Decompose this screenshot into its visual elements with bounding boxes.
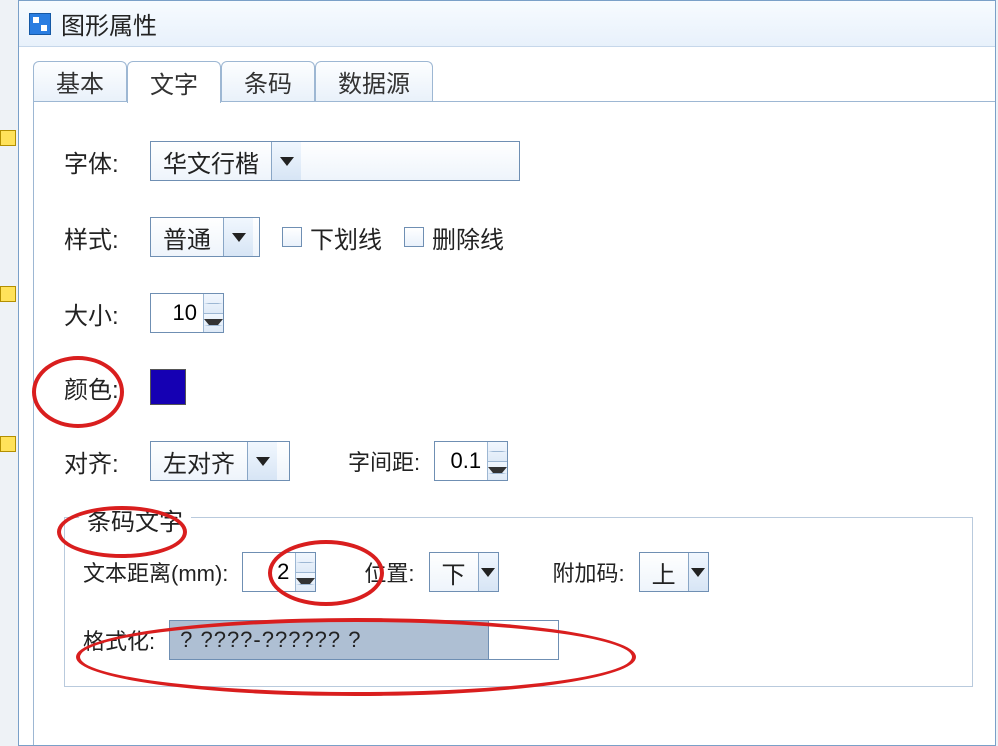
checkbox-box xyxy=(282,227,302,247)
format-input[interactable]: ? ????-?????? ? xyxy=(169,620,559,660)
style-label: 样式: xyxy=(64,220,136,255)
text-distance-label: 文本距离(mm): xyxy=(83,556,228,588)
strikethrough-checkbox-label: 删除线 xyxy=(432,220,504,255)
style-combo-value: 普通 xyxy=(151,218,223,256)
spinner-down-icon[interactable] xyxy=(488,462,507,481)
canvas-handle[interactable] xyxy=(0,436,16,452)
format-tail[interactable] xyxy=(489,620,559,660)
size-spinner[interactable] xyxy=(150,293,224,333)
spinner-up-icon[interactable] xyxy=(204,294,223,314)
text-distance-input[interactable] xyxy=(243,553,295,591)
addon-code-label: 附加码: xyxy=(553,556,625,588)
size-label: 大小: xyxy=(64,296,136,331)
app-icon xyxy=(29,13,51,35)
align-combo[interactable]: 左对齐 xyxy=(150,441,290,481)
window-title: 图形属性 xyxy=(61,6,157,41)
format-mask-value: ? ????-?????? ? xyxy=(169,620,489,660)
color-label: 颜色: xyxy=(64,370,136,405)
properties-window: 图形属性 基本 文字 条码 数据源 字体: 华文行楷 样式: 普通 下划线 xyxy=(18,0,996,746)
font-combo-value: 华文行楷 xyxy=(151,142,271,180)
align-combo-value: 左对齐 xyxy=(151,442,247,480)
barcode-text-group: 条码文字 文本距离(mm): 位置: 下 附加码: xyxy=(64,517,973,687)
addon-code-combo-value: 上 xyxy=(640,553,688,591)
color-swatch[interactable] xyxy=(150,369,186,405)
tab-basic[interactable]: 基本 xyxy=(33,61,127,101)
canvas-handle[interactable] xyxy=(0,130,16,146)
char-spacing-label: 字间距: xyxy=(348,445,420,477)
text-tab-panel: 字体: 华文行楷 样式: 普通 下划线 删除线 大小: xyxy=(33,101,993,745)
char-spacing-input[interactable] xyxy=(435,442,487,480)
size-input[interactable] xyxy=(151,294,203,332)
chevron-down-icon[interactable] xyxy=(478,553,498,591)
strikethrough-checkbox[interactable]: 删除线 xyxy=(404,220,504,255)
position-combo[interactable]: 下 xyxy=(429,552,499,592)
checkbox-box xyxy=(404,227,424,247)
addon-code-combo[interactable]: 上 xyxy=(639,552,709,592)
chevron-down-icon[interactable] xyxy=(247,442,277,480)
spinner-up-icon[interactable] xyxy=(296,553,315,573)
chevron-down-icon[interactable] xyxy=(688,553,708,591)
tab-text[interactable]: 文字 xyxy=(127,61,221,103)
canvas-handle[interactable] xyxy=(0,286,16,302)
group-legend: 条码文字 xyxy=(79,502,191,537)
align-label: 对齐: xyxy=(64,444,136,479)
underline-checkbox-label: 下划线 xyxy=(310,220,382,255)
position-label: 位置: xyxy=(364,556,414,588)
style-combo[interactable]: 普通 xyxy=(150,217,260,257)
chevron-down-icon[interactable] xyxy=(223,218,253,256)
tab-strip: 基本 文字 条码 数据源 xyxy=(33,61,995,101)
font-combo[interactable]: 华文行楷 xyxy=(150,141,520,181)
tab-datasource[interactable]: 数据源 xyxy=(315,61,433,101)
tab-barcode[interactable]: 条码 xyxy=(221,61,315,101)
tab-label: 数据源 xyxy=(338,64,410,99)
format-label: 格式化: xyxy=(83,624,155,656)
tab-label: 条码 xyxy=(244,64,292,99)
position-combo-value: 下 xyxy=(430,553,478,591)
tab-label: 基本 xyxy=(56,64,104,99)
titlebar[interactable]: 图形属性 xyxy=(19,1,995,47)
text-distance-spinner[interactable] xyxy=(242,552,316,592)
tab-label: 文字 xyxy=(150,65,198,100)
spinner-down-icon[interactable] xyxy=(296,573,315,592)
chevron-down-icon[interactable] xyxy=(271,142,301,180)
spinner-down-icon[interactable] xyxy=(204,314,223,333)
spinner-up-icon[interactable] xyxy=(488,442,507,462)
font-label: 字体: xyxy=(64,144,136,179)
underline-checkbox[interactable]: 下划线 xyxy=(282,220,382,255)
char-spacing-spinner[interactable] xyxy=(434,441,508,481)
